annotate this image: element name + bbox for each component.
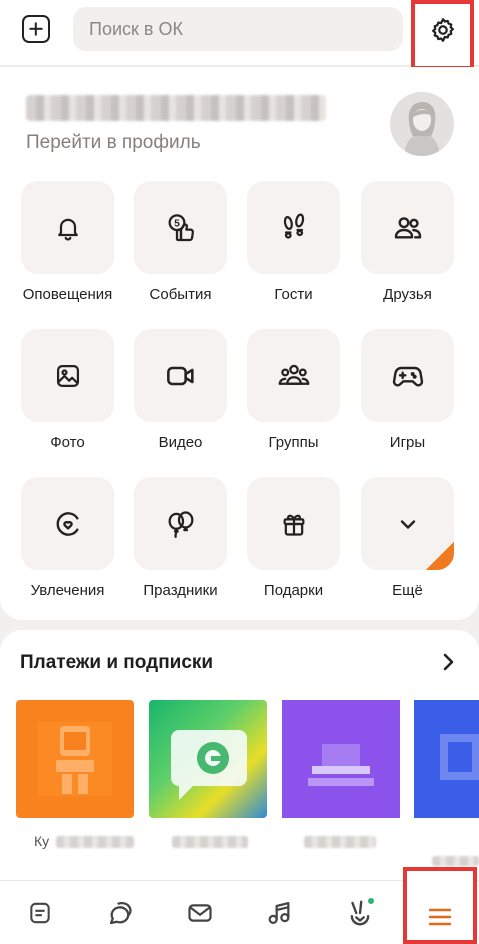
profile-link[interactable]: Перейти в профиль (26, 132, 201, 154)
nav-messages[interactable] (89, 881, 153, 944)
payment-tile[interactable] (149, 700, 267, 818)
chevron-down-icon (400, 519, 415, 529)
tile-label: Фото (50, 434, 85, 451)
tile-friends[interactable]: Друзья (361, 181, 454, 303)
bell-icon (57, 218, 78, 240)
gear-icon (431, 18, 454, 42)
tile-label: Гости (274, 286, 313, 303)
menu-card: Перейти в профиль Оповещения 5 События Г… (0, 67, 479, 620)
payments-section: Платежи и подписки Ку (0, 630, 479, 880)
tile-events[interactable]: 5 События (134, 181, 227, 303)
tile-notifications[interactable]: Оповещения (21, 181, 114, 303)
profile-name-blurred[interactable] (26, 95, 326, 121)
top-bar: Поиск в ОК (0, 0, 479, 66)
tile-groups[interactable]: Группы (247, 329, 340, 451)
blurred-caption (172, 836, 248, 848)
payment-caption: Ку (34, 833, 50, 849)
tile-label: Подарки (263, 582, 324, 599)
gamepad-icon (392, 366, 423, 386)
footprints-icon (283, 212, 304, 239)
blurred-caption (56, 836, 134, 848)
search-input[interactable]: Поиск в ОК (73, 7, 403, 51)
payment-tile[interactable] (282, 700, 400, 818)
feed-icon (30, 902, 50, 924)
nav-menu-button[interactable] (403, 867, 477, 944)
tile-label: События (149, 286, 212, 303)
hobbies-icon (56, 511, 79, 536)
gift-icon (283, 514, 304, 536)
tile-games[interactable]: Игры (361, 329, 454, 451)
nav-discover[interactable] (328, 881, 392, 944)
tile-gifts[interactable]: Подарки (247, 477, 340, 599)
tile-label: Оповещения (22, 286, 113, 303)
payments-title[interactable]: Платежи и подписки (20, 652, 213, 674)
tile-guests[interactable]: Гости (247, 181, 340, 303)
video-icon (166, 366, 194, 385)
payment-tile[interactable] (16, 700, 134, 818)
add-content-button[interactable] (22, 15, 50, 43)
tile-label: Группы (268, 434, 319, 451)
chat-bubbles-icon (109, 902, 132, 925)
photo-icon (56, 364, 79, 387)
chevron-right-icon[interactable] (441, 652, 457, 672)
tile-more[interactable]: Ещё (361, 477, 454, 599)
envelope-icon (188, 904, 212, 922)
new-badge (426, 542, 454, 570)
tile-label: Праздники (143, 582, 218, 599)
tile-photo[interactable]: Фото (21, 329, 114, 451)
nav-music[interactable] (247, 881, 311, 944)
avatar[interactable] (390, 92, 454, 156)
tile-label: Ещё (392, 582, 423, 599)
tile-hobbies[interactable]: Увлечения (21, 477, 114, 599)
nav-mail[interactable] (168, 881, 232, 944)
tile-label: Увлечения (30, 582, 105, 599)
tile-label: Видео (158, 434, 203, 451)
tile-label: Друзья (383, 286, 432, 303)
nav-feed[interactable] (8, 881, 72, 944)
hamburger-icon (428, 908, 452, 925)
tile-label: Игры (389, 434, 426, 451)
groups-icon (278, 364, 309, 385)
online-indicator (366, 896, 376, 906)
balloons-icon (168, 510, 193, 538)
svg-text:5: 5 (174, 218, 180, 229)
payment-tile[interactable] (414, 700, 479, 818)
music-note-icon (268, 901, 290, 925)
friends-icon (394, 216, 421, 239)
tile-holidays[interactable]: Праздники (134, 477, 227, 599)
events-icon: 5 (168, 213, 194, 241)
settings-button[interactable] (411, 0, 474, 70)
blurred-caption (304, 836, 376, 848)
blurred-caption (432, 856, 479, 866)
tile-video[interactable]: Видео (134, 329, 227, 451)
